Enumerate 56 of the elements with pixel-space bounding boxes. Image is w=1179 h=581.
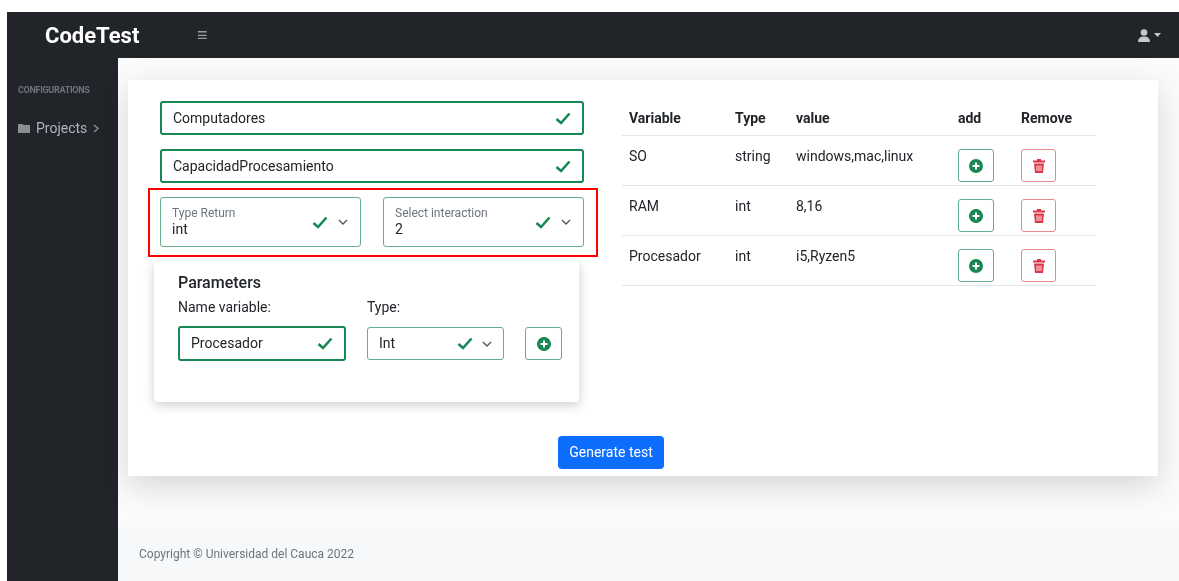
delete-button[interactable] xyxy=(1021,199,1056,232)
table-cell-text: int xyxy=(734,197,752,216)
table-cell-text: SO xyxy=(628,147,648,166)
text-field[interactable]: Computadores xyxy=(160,101,584,135)
caret-icon xyxy=(1154,33,1161,37)
table-cell-text: windows,mac,linux xyxy=(795,147,915,166)
type-select[interactable]: Int xyxy=(367,327,504,360)
trash-icon xyxy=(1032,208,1045,223)
plus-circle-icon xyxy=(969,258,983,273)
delete-button[interactable] xyxy=(1021,149,1056,182)
sidebar-item[interactable]: Projects xyxy=(7,117,118,139)
column-header: add xyxy=(957,108,983,128)
panel-title: Parameters xyxy=(178,272,263,294)
select-value: int xyxy=(172,220,189,238)
delete-button[interactable] xyxy=(1021,249,1056,282)
trash-icon xyxy=(1032,158,1045,173)
copyright-text: Copyright © Universidad del Cauca 2022 xyxy=(139,546,355,563)
column-header: Remove xyxy=(1020,108,1073,128)
plus-circle-icon xyxy=(536,336,551,351)
add-button[interactable] xyxy=(958,199,994,232)
text-field[interactable]: CapacidadProcesamiento xyxy=(160,149,584,183)
user-menu[interactable] xyxy=(1138,28,1161,42)
trash-icon xyxy=(1032,258,1045,273)
generate-test-button[interactable]: Generate test xyxy=(558,436,664,469)
floating-label: Select interaction xyxy=(395,206,489,220)
field-label: Type: xyxy=(367,298,401,317)
table-cell-text: RAM xyxy=(628,197,660,216)
column-header: Variable xyxy=(628,108,682,128)
table-cell-text: i5,Ryzen5 xyxy=(795,247,857,266)
table-cell-text: int xyxy=(734,247,752,266)
select-field[interactable]: Select interaction 2 xyxy=(383,197,584,247)
chevron-icon xyxy=(482,340,492,347)
select-field[interactable]: Type Return int xyxy=(160,197,361,247)
plus-circle-icon xyxy=(969,208,983,223)
chevron-icon xyxy=(561,219,571,225)
column-header: value xyxy=(795,108,831,128)
user-icon xyxy=(1138,28,1150,42)
table-cell-text: Procesador xyxy=(628,247,702,266)
chevron-icon xyxy=(338,219,348,225)
add-button[interactable] xyxy=(958,249,994,282)
table-cell-text: 8,16 xyxy=(795,197,824,216)
chevron-icon xyxy=(93,123,100,133)
add-button[interactable] xyxy=(525,327,562,360)
sidebar-heading: CONFIGURATIONS xyxy=(17,84,91,97)
column-header: Type xyxy=(734,108,767,128)
sidebar-label: Projects xyxy=(36,118,88,138)
field-label: Name variable: xyxy=(178,298,272,317)
menu-toggle[interactable]: ≡ xyxy=(197,26,208,44)
plus-circle-icon xyxy=(969,158,983,173)
name-field[interactable]: Procesador xyxy=(178,326,346,361)
add-button[interactable] xyxy=(958,149,994,182)
select-value: 2 xyxy=(395,220,404,238)
folder-icon xyxy=(18,123,30,133)
brand-title[interactable]: CodeTest xyxy=(45,18,197,52)
table-cell-text: string xyxy=(734,147,772,166)
floating-label: Type Return xyxy=(172,206,237,220)
